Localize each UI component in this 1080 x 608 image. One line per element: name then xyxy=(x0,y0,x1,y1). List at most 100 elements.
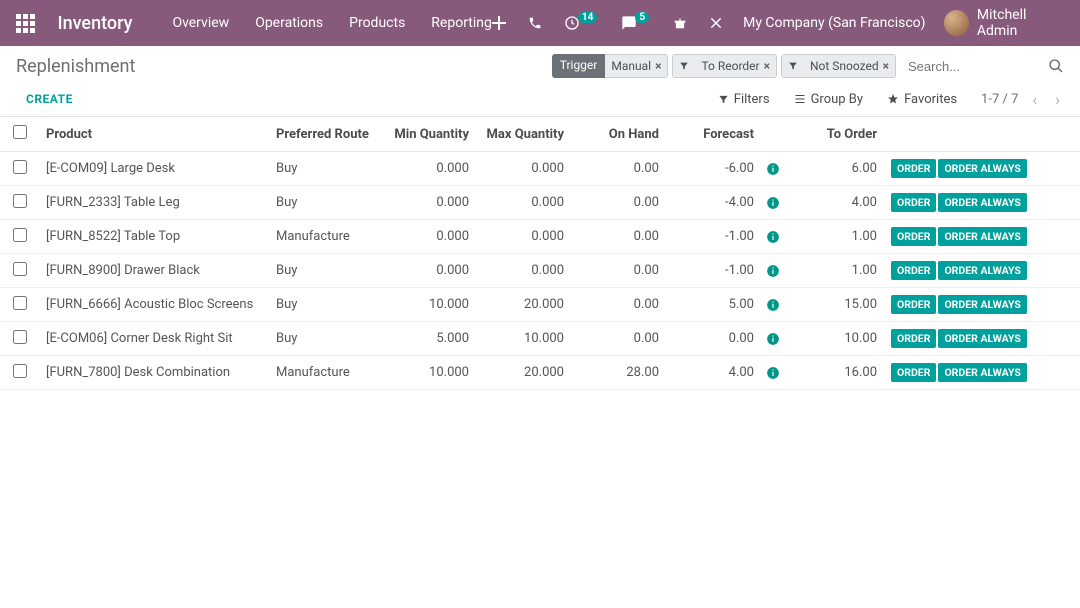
favorites-button[interactable]: Favorites xyxy=(887,92,957,107)
cell-toorder[interactable]: 15.00 xyxy=(788,288,883,322)
nav-products[interactable]: Products xyxy=(349,15,405,31)
order-button[interactable]: ORDER xyxy=(891,295,936,314)
table-row[interactable]: [FURN_7800] Desk CombinationManufacture1… xyxy=(0,356,1080,390)
row-checkbox[interactable] xyxy=(13,160,27,174)
col-route[interactable]: Preferred Route xyxy=(270,117,380,152)
cell-product[interactable]: [FURN_2333] Table Leg xyxy=(40,186,270,220)
groupby-button[interactable]: Group By xyxy=(794,92,864,107)
apps-icon[interactable] xyxy=(12,10,40,37)
info-icon[interactable] xyxy=(766,196,782,210)
col-min[interactable]: Min Quantity xyxy=(380,117,475,152)
cell-max[interactable]: 0.000 xyxy=(475,220,570,254)
cell-min[interactable]: 10.000 xyxy=(380,288,475,322)
table-row[interactable]: [FURN_2333] Table LegBuy0.0000.0000.00-4… xyxy=(0,186,1080,220)
info-icon[interactable] xyxy=(766,264,782,278)
table-row[interactable]: [FURN_8522] Table TopManufacture0.0000.0… xyxy=(0,220,1080,254)
cell-min[interactable]: 0.000 xyxy=(380,186,475,220)
create-button[interactable]: CREATE xyxy=(16,88,83,110)
row-checkbox[interactable] xyxy=(13,364,27,378)
cell-route[interactable]: Manufacture xyxy=(270,356,380,390)
cell-onhand[interactable]: 28.00 xyxy=(570,356,665,390)
avatar[interactable] xyxy=(944,10,969,36)
table-row[interactable]: [FURN_8900] Drawer BlackBuy0.0000.0000.0… xyxy=(0,254,1080,288)
row-checkbox[interactable] xyxy=(13,330,27,344)
cell-toorder[interactable]: 1.00 xyxy=(788,220,883,254)
nav-operations[interactable]: Operations xyxy=(255,15,323,31)
cell-forecast[interactable]: -6.00 xyxy=(665,152,760,186)
info-icon[interactable] xyxy=(766,366,782,380)
order-always-button[interactable]: ORDER ALWAYS xyxy=(938,329,1026,348)
select-all-checkbox[interactable] xyxy=(13,125,27,139)
cell-max[interactable]: 20.000 xyxy=(475,356,570,390)
cell-product[interactable]: [E-COM09] Large Desk xyxy=(40,152,270,186)
cell-forecast[interactable]: -4.00 xyxy=(665,186,760,220)
order-button[interactable]: ORDER xyxy=(891,363,936,382)
cell-route[interactable]: Buy xyxy=(270,186,380,220)
order-always-button[interactable]: ORDER ALWAYS xyxy=(938,159,1026,178)
cell-onhand[interactable]: 0.00 xyxy=(570,186,665,220)
cell-forecast[interactable]: 5.00 xyxy=(665,288,760,322)
nav-overview[interactable]: Overview xyxy=(172,15,229,31)
cell-product[interactable]: [FURN_7800] Desk Combination xyxy=(40,356,270,390)
cell-route[interactable]: Buy xyxy=(270,254,380,288)
cell-onhand[interactable]: 0.00 xyxy=(570,152,665,186)
cell-forecast[interactable]: 0.00 xyxy=(665,322,760,356)
order-button[interactable]: ORDER xyxy=(891,261,936,280)
cell-onhand[interactable]: 0.00 xyxy=(570,322,665,356)
order-always-button[interactable]: ORDER ALWAYS xyxy=(938,193,1026,212)
cell-min[interactable]: 0.000 xyxy=(380,152,475,186)
company-switcher[interactable]: My Company (San Francisco) xyxy=(743,15,925,31)
chip-remove-icon[interactable]: × xyxy=(883,59,889,73)
cell-onhand[interactable]: 0.00 xyxy=(570,220,665,254)
cell-max[interactable]: 0.000 xyxy=(475,254,570,288)
cell-product[interactable]: [FURN_8522] Table Top xyxy=(40,220,270,254)
table-row[interactable]: [E-COM09] Large DeskBuy0.0000.0000.00-6.… xyxy=(0,152,1080,186)
cell-product[interactable]: [FURN_6666] Acoustic Bloc Screens xyxy=(40,288,270,322)
cell-route[interactable]: Buy xyxy=(270,152,380,186)
row-checkbox[interactable] xyxy=(13,262,27,276)
cell-max[interactable]: 10.000 xyxy=(475,322,570,356)
cell-product[interactable]: [FURN_8900] Drawer Black xyxy=(40,254,270,288)
order-always-button[interactable]: ORDER ALWAYS xyxy=(938,227,1026,246)
cell-toorder[interactable]: 4.00 xyxy=(788,186,883,220)
search-input[interactable] xyxy=(902,55,1042,78)
chip-remove-icon[interactable]: × xyxy=(655,59,661,73)
cell-route[interactable]: Manufacture xyxy=(270,220,380,254)
cell-max[interactable]: 20.000 xyxy=(475,288,570,322)
cell-toorder[interactable]: 10.00 xyxy=(788,322,883,356)
cell-min[interactable]: 10.000 xyxy=(380,356,475,390)
username[interactable]: Mitchell Admin xyxy=(977,7,1068,39)
filters-button[interactable]: Filters xyxy=(718,92,770,107)
cell-max[interactable]: 0.000 xyxy=(475,186,570,220)
row-checkbox[interactable] xyxy=(13,296,27,310)
order-always-button[interactable]: ORDER ALWAYS xyxy=(938,363,1026,382)
cell-toorder[interactable]: 6.00 xyxy=(788,152,883,186)
table-row[interactable]: [E-COM06] Corner Desk Right SitBuy5.0001… xyxy=(0,322,1080,356)
order-always-button[interactable]: ORDER ALWAYS xyxy=(938,261,1026,280)
cell-min[interactable]: 0.000 xyxy=(380,220,475,254)
plus-icon[interactable] xyxy=(492,16,506,30)
col-onhand[interactable]: On Hand xyxy=(570,117,665,152)
info-icon[interactable] xyxy=(766,298,782,312)
cell-route[interactable]: Buy xyxy=(270,322,380,356)
cell-route[interactable]: Buy xyxy=(270,288,380,322)
activities-icon[interactable]: 14 xyxy=(564,15,599,31)
order-button[interactable]: ORDER xyxy=(891,159,936,178)
cell-toorder[interactable]: 16.00 xyxy=(788,356,883,390)
cell-forecast[interactable]: 4.00 xyxy=(665,356,760,390)
cell-max[interactable]: 0.000 xyxy=(475,152,570,186)
row-checkbox[interactable] xyxy=(13,228,27,242)
pager-prev-icon[interactable]: ‹ xyxy=(1028,90,1041,109)
order-button[interactable]: ORDER xyxy=(891,227,936,246)
nav-reporting[interactable]: Reporting xyxy=(431,15,492,31)
chip-remove-icon[interactable]: × xyxy=(764,59,770,73)
table-row[interactable]: [FURN_6666] Acoustic Bloc ScreensBuy10.0… xyxy=(0,288,1080,322)
col-forecast[interactable]: Forecast xyxy=(665,117,760,152)
cell-forecast[interactable]: -1.00 xyxy=(665,220,760,254)
info-icon[interactable] xyxy=(766,230,782,244)
cell-toorder[interactable]: 1.00 xyxy=(788,254,883,288)
gift-icon[interactable] xyxy=(673,16,687,30)
col-product[interactable]: Product xyxy=(40,117,270,152)
search-icon[interactable] xyxy=(1048,58,1064,74)
pager-next-icon[interactable]: › xyxy=(1051,90,1064,109)
